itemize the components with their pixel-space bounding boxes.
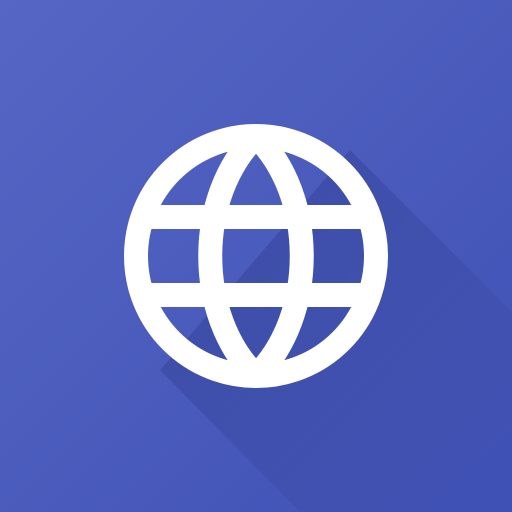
app-icon-tile — [0, 0, 512, 512]
globe-icon-graphic — [0, 0, 512, 512]
